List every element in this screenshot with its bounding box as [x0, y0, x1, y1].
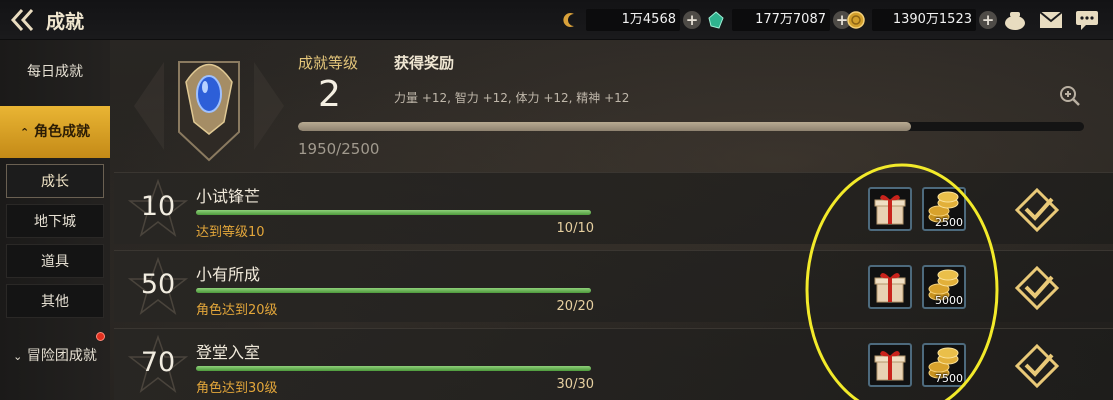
sidebar: 每日成就 ⌃ 角色成就 成长 地下城 道具 其他 ⌄ 冒险团成就 — [0, 40, 110, 400]
achievement-points: 50 — [140, 269, 176, 300]
achievement-requirement: 角色达到20级 — [196, 303, 278, 318]
achievement-points: 10 — [140, 191, 176, 222]
sidebar-subitem-label: 地下城 — [34, 214, 76, 230]
add-currency-button[interactable]: + — [979, 11, 997, 29]
add-currency-button[interactable]: + — [683, 11, 701, 29]
claimed-check-icon[interactable] — [1014, 265, 1060, 311]
exp-text: 1950/2500 — [298, 140, 380, 158]
gift-box-icon — [874, 272, 906, 303]
sidebar-item-label: 角色成就 — [34, 124, 91, 140]
achievement-title: 登堂入室 — [196, 343, 261, 362]
reward-gift-box[interactable] — [868, 187, 912, 231]
sidebar-subitem-items[interactable]: 道具 — [6, 244, 104, 278]
back-arrow-icon — [10, 8, 34, 32]
achievement-title: 小试锋芒 — [196, 187, 261, 206]
achievement-progress-text: 30/30 — [556, 377, 594, 392]
sidebar-item-label: 每日成就 — [27, 64, 83, 80]
reward-count: 2500 — [935, 216, 963, 229]
achievement-row: 70 登堂入室 角色达到30级 30/30 7500 — [114, 328, 1113, 400]
exp-progress-fill — [298, 122, 912, 131]
achievement-progress-text: 20/20 — [556, 299, 594, 314]
mail-icon[interactable] — [1038, 8, 1064, 32]
reward-gift-box[interactable] — [868, 265, 912, 309]
treasure-pot-icon[interactable] — [1002, 8, 1028, 32]
currency-value: 1万4568 — [586, 9, 680, 31]
achievement-progress-bar — [196, 366, 591, 371]
currency-value: 1390万1523 — [872, 9, 976, 31]
notification-dot — [96, 332, 105, 341]
rank-medal-icon — [134, 61, 284, 162]
achievement-progress-fill — [196, 288, 591, 293]
achievement-row: 10 小试锋芒 达到等级10 10/10 2500 — [114, 172, 1113, 244]
rank-label: 成就等级 — [298, 54, 359, 72]
reward-gold-coins[interactable]: 2500 — [922, 187, 966, 231]
crescent-coin-icon — [563, 13, 574, 27]
green-gem-icon — [708, 11, 724, 29]
sidebar-subitem-label: 成长 — [41, 174, 69, 190]
sidebar-subitem-growth[interactable]: 成长 — [6, 164, 104, 198]
achievement-progress-bar — [196, 210, 591, 215]
currency-gold: 1390万1523 + — [846, 8, 997, 32]
reward-gold-coins[interactable]: 5000 — [922, 265, 966, 309]
sidebar-subitem-label: 道具 — [41, 254, 69, 270]
sidebar-item-character[interactable]: ⌃ 角色成就 — [0, 106, 110, 158]
achievement-progress-bar — [196, 288, 591, 293]
sidebar-subitem-dungeon[interactable]: 地下城 — [6, 204, 104, 238]
rank-value: 2 — [318, 74, 341, 115]
currency-value: 177万7087 — [732, 9, 830, 31]
achievement-requirement: 角色达到30级 — [196, 381, 278, 396]
claimed-check-icon[interactable] — [1014, 343, 1060, 389]
sidebar-subitem-label: 其他 — [41, 294, 69, 310]
page-title: 成就 — [46, 11, 85, 33]
chevron-down-icon: ⌄ — [13, 350, 23, 363]
reward-gold-coins[interactable]: 7500 — [922, 343, 966, 387]
achievement-progress-text: 10/10 — [556, 221, 594, 236]
reward-count: 5000 — [935, 294, 963, 307]
chat-icon[interactable] — [1074, 8, 1100, 32]
sidebar-item-adventure-team[interactable]: ⌄ 冒险团成就 — [0, 330, 110, 382]
achievement-title: 小有所成 — [196, 265, 261, 284]
reward-gift-box[interactable] — [868, 343, 912, 387]
reward-count: 7500 — [935, 372, 963, 385]
gold-coin-icon — [847, 11, 865, 29]
currency-gem: 177万7087 + — [706, 8, 851, 32]
sidebar-subitem-other[interactable]: 其他 — [6, 284, 104, 318]
reward-text: 力量 +12, 智力 +12, 体力 +12, 精神 +12 — [394, 91, 630, 105]
achievement-progress-fill — [196, 366, 591, 371]
sidebar-item-label: 冒险团成就 — [26, 348, 97, 364]
zoom-in-icon[interactable] — [1058, 84, 1082, 108]
achievement-requirement: 达到等级10 — [196, 225, 265, 240]
achievement-progress-fill — [196, 210, 591, 215]
reward-label: 获得奖励 — [394, 54, 455, 72]
achievement-points: 70 — [140, 347, 176, 378]
gift-box-icon — [874, 350, 906, 381]
gift-box-icon — [874, 194, 906, 225]
exp-progress-bar — [298, 122, 1084, 131]
claimed-check-icon[interactable] — [1014, 187, 1060, 233]
back-button[interactable] — [8, 6, 38, 34]
achievement-summary: 成就等级 2 获得奖励 力量 +12, 智力 +12, 体力 +12, 精神 +… — [118, 42, 1113, 170]
sidebar-item-daily[interactable]: 每日成就 — [0, 46, 110, 98]
achievement-row: 50 小有所成 角色达到20级 20/20 5000 — [114, 250, 1113, 322]
chevron-up-icon: ⌃ — [19, 126, 30, 139]
top-bar: 成就 1万4568 + 177万7087 + 1390万1523 + — [0, 0, 1113, 40]
currency-crescent: 1万4568 + — [560, 8, 701, 32]
